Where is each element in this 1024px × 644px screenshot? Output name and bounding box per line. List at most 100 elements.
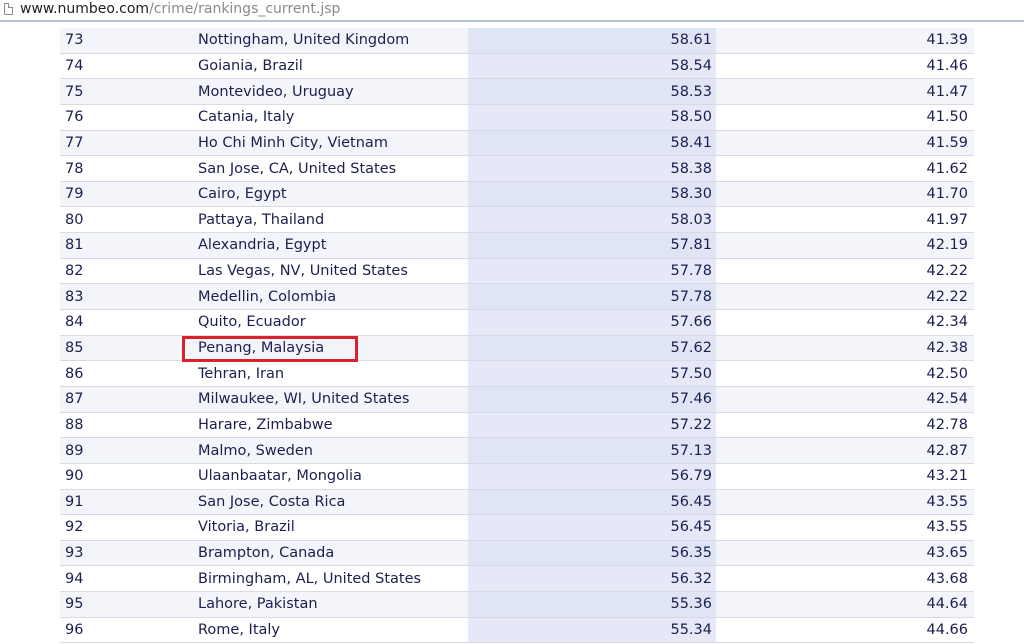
city-cell: Birmingham, AL, United States [198,565,468,593]
safety-index-cell: 44.66 [716,617,974,644]
city-cell: Quito, Ecuador [198,309,468,336]
safety-index-cell: 41.62 [716,155,974,182]
table-row: 90 Ulaanbaatar, Mongolia 56.79 43.21 [60,463,974,490]
city-cell: Vitoria, Brazil [198,514,468,541]
table-row: 74 Goiania, Brazil 58.54 41.46 [60,53,974,80]
rank-cell: 84 [60,309,198,336]
table-row: 80 Pattaya, Thailand 58.03 41.97 [60,206,974,234]
url-text[interactable]: www.numbeo.com/crime/rankings_current.js… [20,0,340,20]
safety-index-cell: 42.19 [716,232,974,259]
safety-index-cell: 42.34 [716,309,974,336]
crime-index-cell: 55.36 [468,591,716,618]
crime-index-cell: 58.61 [468,28,716,54]
city-cell: Cairo, Egypt [198,181,468,208]
rank-cell: 85 [60,335,198,362]
crime-index-cell: 58.41 [468,130,716,157]
city-cell: Goiania, Brazil [198,53,468,80]
table-row: 96 Rome, Italy 55.34 44.66 [60,617,974,644]
rank-cell: 82 [60,258,198,285]
rank-cell: 95 [60,591,198,618]
table-row: 73 Nottingham, United Kingdom 58.61 41.39 [60,28,974,54]
crime-index-cell: 57.13 [468,437,716,464]
address-bar[interactable]: www.numbeo.com/crime/rankings_current.js… [0,0,1024,22]
safety-index-cell: 41.39 [716,28,974,54]
city-cell: Lahore, Pakistan [198,591,468,618]
city-cell: Tehran, Iran [198,360,468,387]
crime-index-cell: 57.50 [468,360,716,387]
safety-index-cell: 44.64 [716,591,974,618]
crime-index-cell: 58.54 [468,53,716,80]
url-path: /crime/rankings_current.jsp [149,1,341,17]
safety-index-cell: 42.38 [716,335,974,362]
table-row: 88 Harare, Zimbabwe 57.22 42.78 [60,412,974,439]
safety-index-cell: 41.47 [716,78,974,105]
rank-cell: 93 [60,540,198,567]
crime-index-cell: 55.34 [468,617,716,644]
safety-index-cell: 42.78 [716,412,974,439]
city-cell: Penang, Malaysia [198,335,468,362]
table-row: 79 Cairo, Egypt 58.30 41.70 [60,181,974,208]
rank-cell: 96 [60,617,198,644]
table-body: 73 Nottingham, United Kingdom 58.61 41.39 74… [60,28,974,644]
crime-index-cell: 58.53 [468,78,716,105]
city-cell: Milwaukee, WI, United States [198,386,468,413]
rank-cell: 81 [60,232,198,259]
page-icon [4,3,13,15]
crime-index-cell: 58.03 [468,206,716,234]
safety-index-cell: 42.22 [716,258,974,285]
table-row: 77 Ho Chi Minh City, Vietnam 58.41 41.59 [60,130,974,157]
crime-index-cell: 58.50 [468,104,716,131]
rank-cell: 80 [60,206,198,234]
rank-cell: 86 [60,360,198,387]
rank-cell: 77 [60,130,198,157]
city-cell: San Jose, CA, United States [198,155,468,182]
table-row: 89 Malmo, Sweden 57.13 42.87 [60,437,974,464]
safety-index-cell: 43.55 [716,514,974,541]
safety-index-cell: 42.54 [716,386,974,413]
table-row: 75 Montevideo, Uruguay 58.53 41.47 [60,78,974,105]
city-cell: Ho Chi Minh City, Vietnam [198,130,468,157]
rank-cell: 90 [60,463,198,490]
safety-index-cell: 43.21 [716,463,974,490]
table-row: 85 Penang, Malaysia 57.62 42.38 [60,335,974,362]
safety-index-cell: 43.68 [716,565,974,593]
rank-cell: 78 [60,155,198,182]
crime-ranking-table: 73 Nottingham, United Kingdom 58.61 41.39 74… [60,28,974,644]
safety-index-cell: 42.50 [716,360,974,387]
crime-index-cell: 57.78 [468,258,716,285]
crime-index-cell: 57.22 [468,412,716,439]
rank-cell: 87 [60,386,198,413]
city-cell: Harare, Zimbabwe [198,412,468,439]
rank-cell: 73 [60,28,198,54]
safety-index-cell: 43.55 [716,489,974,516]
crime-index-cell: 56.79 [468,463,716,490]
safety-index-cell: 41.97 [716,206,974,234]
crime-index-cell: 57.66 [468,309,716,336]
crime-index-cell: 57.81 [468,232,716,259]
city-cell: Catania, Italy [198,104,468,131]
table-row: 81 Alexandria, Egypt 57.81 42.19 [60,232,974,259]
city-cell: Rome, Italy [198,617,468,644]
city-cell: Alexandria, Egypt [198,232,468,259]
crime-index-cell: 56.32 [468,565,716,593]
safety-index-cell: 43.65 [716,540,974,567]
safety-index-cell: 41.59 [716,130,974,157]
rank-cell: 91 [60,489,198,516]
table-row: 76 Catania, Italy 58.50 41.50 [60,104,974,131]
crime-index-cell: 56.45 [468,489,716,516]
rank-cell: 75 [60,78,198,105]
crime-index-cell: 56.35 [468,540,716,567]
city-cell: Malmo, Sweden [198,437,468,464]
safety-index-cell: 41.50 [716,104,974,131]
rank-cell: 79 [60,181,198,208]
rank-cell: 74 [60,53,198,80]
city-cell: Nottingham, United Kingdom [198,28,468,54]
table-row: 95 Lahore, Pakistan 55.36 44.64 [60,591,974,618]
crime-index-cell: 58.38 [468,155,716,182]
safety-index-cell: 41.70 [716,181,974,208]
rank-cell: 76 [60,104,198,131]
rank-cell: 89 [60,437,198,464]
crime-index-cell: 57.46 [468,386,716,413]
city-cell: Medellin, Colombia [198,283,468,311]
crime-index-cell: 57.78 [468,283,716,311]
